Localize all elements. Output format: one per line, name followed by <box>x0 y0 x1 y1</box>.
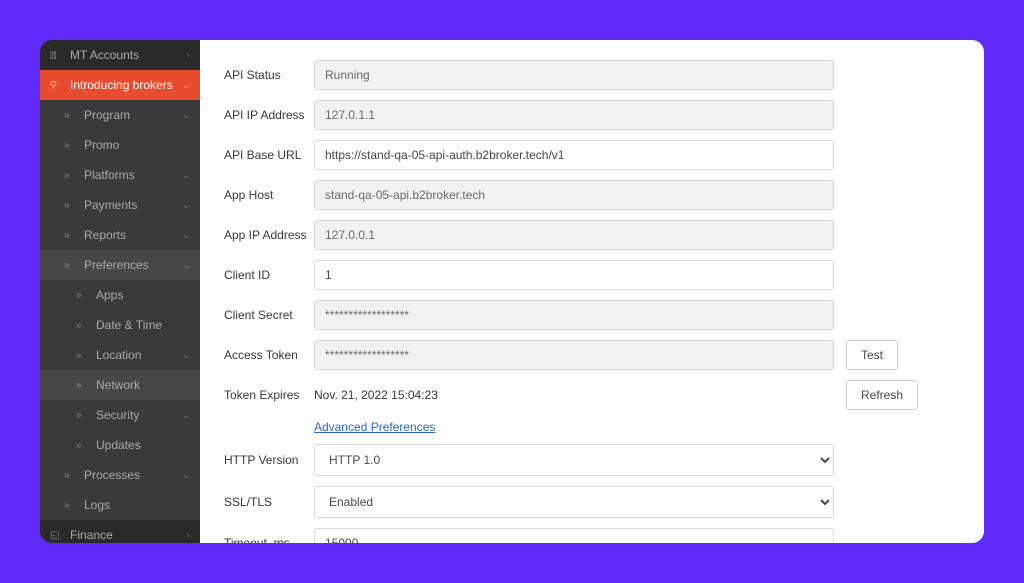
chevron-icon: » <box>76 290 90 301</box>
chevron-icon: » <box>76 440 90 451</box>
sidebar-item-label: Finance <box>70 528 187 542</box>
refresh-button[interactable]: Refresh <box>846 380 918 410</box>
sidebar-item-finance[interactable]: ◱ Finance › <box>40 520 200 543</box>
api-base-url-label: API Base URL <box>224 148 314 162</box>
chevron-down-icon: ⌄ <box>182 470 190 481</box>
chevron-down-icon: ⌄ <box>182 80 190 91</box>
sidebar-item-security[interactable]: » Security ⌄ <box>40 400 200 430</box>
chevron-down-icon: ⌄ <box>182 260 190 271</box>
api-ip-label: API IP Address <box>224 108 314 122</box>
sidebar-item-label: Date & Time <box>96 318 190 332</box>
chevron-icon: » <box>64 170 78 181</box>
sidebar-item-label: Introducing brokers <box>70 78 182 92</box>
app-window: ⫾⫾ MT Accounts › ⚲ Introducing brokers ⌄… <box>40 40 984 543</box>
chevron-down-icon: ⌄ <box>182 230 190 241</box>
sidebar-item-mt-accounts[interactable]: ⫾⫾ MT Accounts › <box>40 40 200 70</box>
sidebar-item-label: Updates <box>96 438 190 452</box>
sidebar-item-label: Apps <box>96 288 190 302</box>
chevron-down-icon: ⌄ <box>182 410 190 421</box>
chevron-icon: » <box>64 500 78 511</box>
chevron-icon: » <box>64 110 78 121</box>
api-status-label: API Status <box>224 68 314 82</box>
app-ip-field <box>314 220 834 250</box>
chevron-right-icon: › <box>187 530 190 540</box>
sidebar-item-reports[interactable]: » Reports ⌄ <box>40 220 200 250</box>
chevron-icon: » <box>64 260 78 271</box>
sidebar-item-promo[interactable]: » Promo <box>40 130 200 160</box>
wallet-icon: ◱ <box>50 530 64 541</box>
sidebar: ⫾⫾ MT Accounts › ⚲ Introducing brokers ⌄… <box>40 40 200 543</box>
bar-chart-icon: ⫾⫾ <box>50 50 64 61</box>
chevron-icon: » <box>64 140 78 151</box>
chevron-icon: » <box>64 230 78 241</box>
sidebar-item-label: Logs <box>84 498 190 512</box>
chevron-down-icon: ⌄ <box>182 170 190 181</box>
access-token-label: Access Token <box>224 348 314 362</box>
chevron-icon: » <box>64 200 78 211</box>
token-expires-value: Nov. 21, 2022 15:04:23 <box>314 381 834 409</box>
chevron-icon: » <box>76 410 90 421</box>
timeout-field[interactable] <box>314 528 834 543</box>
sidebar-item-label: Processes <box>84 468 182 482</box>
api-ip-field <box>314 100 834 130</box>
sidebar-item-preferences[interactable]: » Preferences ⌄ <box>40 250 200 280</box>
sidebar-item-label: MT Accounts <box>70 48 187 62</box>
sidebar-item-logs[interactable]: » Logs <box>40 490 200 520</box>
broker-icon: ⚲ <box>50 80 64 91</box>
chevron-down-icon: ⌄ <box>182 350 190 361</box>
timeout-label: Timeout, ms <box>224 536 314 543</box>
token-expires-label: Token Expires <box>224 388 314 402</box>
app-ip-label: App IP Address <box>224 228 314 242</box>
sidebar-item-label: Reports <box>84 228 182 242</box>
client-secret-field <box>314 300 834 330</box>
sidebar-item-program[interactable]: » Program ⌄ <box>40 100 200 130</box>
access-token-field <box>314 340 834 370</box>
chevron-down-icon: ⌄ <box>182 110 190 121</box>
http-version-select[interactable]: HTTP 1.0 <box>314 444 834 476</box>
chevron-icon: » <box>76 380 90 391</box>
sidebar-item-apps[interactable]: » Apps <box>40 280 200 310</box>
main-content: API Status API IP Address API Base URL A… <box>200 40 984 543</box>
sidebar-item-label: Program <box>84 108 182 122</box>
sidebar-item-label: Promo <box>84 138 190 152</box>
api-base-url-field[interactable] <box>314 140 834 170</box>
sidebar-item-label: Security <box>96 408 182 422</box>
http-version-label: HTTP Version <box>224 453 314 467</box>
test-button[interactable]: Test <box>846 340 898 370</box>
chevron-icon: » <box>76 320 90 331</box>
client-id-label: Client ID <box>224 268 314 282</box>
sidebar-item-updates[interactable]: » Updates <box>40 430 200 460</box>
app-host-label: App Host <box>224 188 314 202</box>
chevron-right-icon: › <box>187 50 190 60</box>
sidebar-item-label: Network <box>96 378 190 392</box>
api-status-field <box>314 60 834 90</box>
sidebar-item-date-time[interactable]: » Date & Time <box>40 310 200 340</box>
ssl-tls-label: SSL/TLS <box>224 495 314 509</box>
advanced-preferences-link[interactable]: Advanced Preferences <box>314 420 435 434</box>
sidebar-item-label: Preferences <box>84 258 182 272</box>
sidebar-item-processes[interactable]: » Processes ⌄ <box>40 460 200 490</box>
sidebar-item-label: Payments <box>84 198 182 212</box>
client-id-field[interactable] <box>314 260 834 290</box>
sidebar-item-platforms[interactable]: » Platforms ⌄ <box>40 160 200 190</box>
chevron-down-icon: ⌄ <box>182 200 190 211</box>
sidebar-item-network[interactable]: » Network <box>40 370 200 400</box>
client-secret-label: Client Secret <box>224 308 314 322</box>
sidebar-item-location[interactable]: » Location ⌄ <box>40 340 200 370</box>
chevron-icon: » <box>64 470 78 481</box>
sidebar-item-label: Platforms <box>84 168 182 182</box>
app-host-field <box>314 180 834 210</box>
ssl-tls-select[interactable]: Enabled <box>314 486 834 518</box>
sidebar-item-label: Location <box>96 348 182 362</box>
sidebar-item-introducing-brokers[interactable]: ⚲ Introducing brokers ⌄ <box>40 70 200 100</box>
sidebar-item-payments[interactable]: » Payments ⌄ <box>40 190 200 220</box>
chevron-icon: » <box>76 350 90 361</box>
